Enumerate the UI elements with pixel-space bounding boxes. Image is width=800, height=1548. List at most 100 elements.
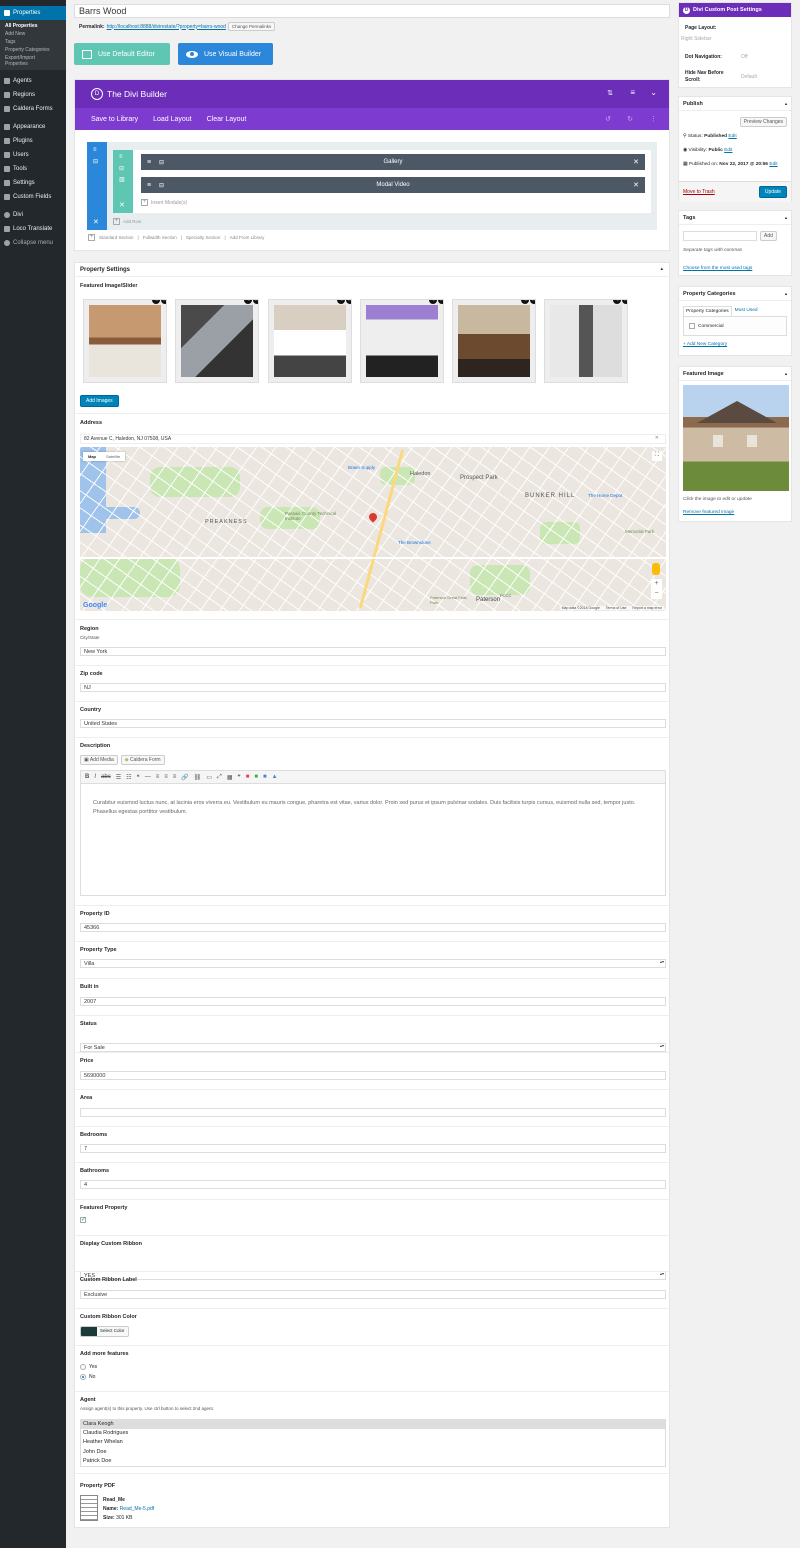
map-tab[interactable]: Map (83, 452, 101, 461)
publish-header[interactable]: Publish ▴ (679, 97, 791, 111)
user-icon[interactable]: ▲ (272, 774, 278, 780)
module-gallery[interactable]: ≡ ⊟ Gallery ✕ (141, 154, 645, 170)
close-icon[interactable]: ✕ (530, 300, 535, 304)
quote-icon[interactable]: ❝ (136, 774, 139, 781)
choose-tags-link[interactable]: Choose from the most used tags (683, 266, 752, 271)
property-id-input[interactable]: 45366 (80, 923, 666, 932)
gallery-image-1[interactable]: ✎ ✕ (83, 299, 167, 383)
read-more-icon[interactable]: ▭ (206, 774, 212, 781)
zoom-out-button[interactable]: − (651, 589, 662, 599)
submenu-tags[interactable]: Tags (0, 38, 66, 46)
sort-icon[interactable]: ⇅ (607, 89, 613, 97)
close-icon[interactable]: ✕ (346, 300, 351, 304)
menu-users[interactable]: Users (0, 148, 66, 162)
update-button[interactable]: Update (758, 186, 787, 198)
category-checkbox[interactable] (689, 323, 695, 329)
edit-icon[interactable]: ✎ (337, 300, 345, 304)
link-icon[interactable]: 🔗 (181, 774, 188, 781)
section-handle[interactable]: ≡ ⊟ ✕ (87, 142, 107, 230)
section-delete-icon[interactable]: ✕ (93, 218, 99, 226)
load-layout-button[interactable]: Load Layout (153, 116, 192, 123)
color-picker[interactable]: Select Color (80, 1326, 129, 1337)
custom-ribbon-select[interactable]: YES (80, 1271, 666, 1280)
menu-agents[interactable]: Agents (0, 74, 66, 88)
menu-custom-fields[interactable]: Custom Fields (0, 190, 66, 204)
property-settings-header[interactable]: Property Settings ▴ (75, 263, 669, 277)
undo-icon[interactable]: ↺ (605, 115, 611, 123)
close-icon[interactable]: ✕ (253, 300, 258, 304)
pdf-file-icon[interactable] (80, 1495, 98, 1521)
history-icon[interactable]: ⋮ (650, 115, 657, 123)
collapse-arrow-icon[interactable]: ▴ (785, 101, 787, 106)
row-delete-icon[interactable]: ✕ (119, 201, 125, 209)
agent-option[interactable]: Patrick Doe (81, 1457, 665, 1466)
fullscreen-icon[interactable]: ⛶ (652, 451, 662, 461)
menu-collapse[interactable]: Collapse menu (0, 236, 66, 250)
edit-icon[interactable]: ✎ (429, 300, 437, 304)
edit-status-link[interactable]: Edit (728, 134, 736, 139)
menu-plugins[interactable]: Plugins (0, 134, 66, 148)
property-type-select[interactable]: Villa (80, 959, 666, 968)
agent-option[interactable]: Heather Whelan (81, 1438, 665, 1447)
price-input[interactable]: 5690000 (80, 1071, 666, 1080)
unlink-icon[interactable]: ⛓ (194, 774, 202, 781)
use-default-editor-button[interactable]: Use Default Editor (74, 43, 170, 65)
bedrooms-input[interactable]: 7 (80, 1144, 666, 1153)
bullet-list-icon[interactable]: ☰ (116, 774, 121, 781)
use-visual-builder-button[interactable]: Use Visual Builder (178, 43, 273, 65)
save-to-library-button[interactable]: Save to Library (91, 116, 138, 123)
menu-properties[interactable]: Properties (0, 6, 66, 20)
edit-icon[interactable]: ✎ (244, 300, 252, 304)
clear-icon[interactable]: ✕ (655, 435, 659, 441)
region-input[interactable]: New York (80, 647, 666, 656)
bathrooms-input[interactable]: 4 (80, 1180, 666, 1189)
italic-icon[interactable]: I (94, 774, 96, 780)
add-media-button[interactable]: ▣ Add Media (80, 755, 118, 765)
select-color-button[interactable]: Select Color (97, 1327, 128, 1336)
menu-appearance[interactable]: Appearance (0, 120, 66, 134)
tags-header[interactable]: Tags ▴ (679, 211, 791, 225)
area-input[interactable] (80, 1108, 666, 1117)
remove-featured-image-link[interactable]: Remove featured image (683, 510, 734, 515)
address-input[interactable]: 82 Avenue C, Haledon, NJ 07508, USA (80, 434, 666, 444)
gallery-image-2[interactable]: ✎ ✕ (175, 299, 259, 383)
pegman-icon[interactable] (652, 563, 660, 575)
ribbon-label-input[interactable]: Exclusive (80, 1290, 666, 1299)
menu-divi[interactable]: Divi (0, 208, 66, 222)
agent-option[interactable]: Clara Keogh (81, 1420, 665, 1430)
button-icon[interactable]: ■ (263, 774, 267, 780)
align-center-icon[interactable]: ≡ (164, 774, 168, 780)
submenu-export-import[interactable]: Export/Import Properties (0, 54, 50, 68)
collapse-arrow-icon[interactable]: ▴ (785, 291, 787, 296)
submenu-all-properties[interactable]: All Properties (0, 22, 66, 30)
add-from-library-link[interactable]: Add From Library (230, 235, 265, 240)
dot-navigation-select[interactable]: Off (741, 54, 787, 60)
menu-regions[interactable]: Regions (0, 88, 66, 102)
categories-header[interactable]: Property Categories ▴ (679, 287, 791, 301)
color-icon[interactable]: ■ (246, 774, 250, 780)
align-right-icon[interactable]: ≡ (173, 774, 177, 780)
clear-layout-button[interactable]: Clear Layout (207, 116, 247, 123)
edit-visibility-link[interactable]: Edit (724, 148, 732, 153)
insert-modules-button[interactable]: + Insert Module(s) (141, 199, 187, 206)
shortcode-icon[interactable]: ❞ (238, 774, 241, 781)
module-modal-video[interactable]: ≡ ⊟ Modal Video ✕ (141, 177, 645, 193)
collapse-arrow-icon[interactable]: ▴ (785, 371, 787, 376)
gallery-image-4[interactable]: ✎ ✕ (360, 299, 444, 383)
gallery-image-3[interactable]: ✎ ✕ (268, 299, 352, 383)
tab-most-used[interactable]: Most Used (732, 306, 761, 316)
horizontal-line-icon[interactable]: — (145, 774, 151, 780)
numbered-list-icon[interactable]: ☷ (126, 774, 131, 781)
featured-image[interactable] (683, 385, 789, 491)
collapse-arrow-icon[interactable]: ▴ (660, 266, 663, 272)
description-editor[interactable]: Curabitur euismod luctus nunc, at lacini… (80, 784, 666, 896)
align-left-icon[interactable]: ≡ (156, 774, 160, 780)
caldera-form-button[interactable]: ◆ Caldera Form (120, 755, 165, 765)
zip-input[interactable]: NJ (80, 683, 666, 692)
menu-loco-translate[interactable]: Loco Translate (0, 222, 66, 236)
bold-icon[interactable]: B (85, 774, 89, 780)
zoom-in-button[interactable]: + (651, 579, 662, 589)
radio-no[interactable]: No (80, 1374, 95, 1380)
edit-icon[interactable]: ✎ (521, 300, 529, 304)
standard-section-link[interactable]: Standard Section (99, 235, 134, 240)
